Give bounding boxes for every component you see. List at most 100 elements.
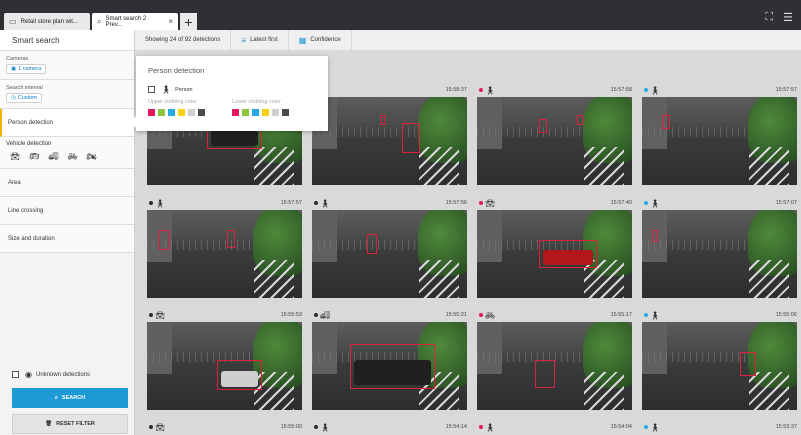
tile-timestamp: 15:57:07	[775, 200, 797, 206]
detection-tile[interactable]: 🚶︎ 15:57:58	[477, 83, 632, 185]
confidence-button[interactable]: ▦ Confidence	[289, 29, 352, 51]
color-swatch[interactable]	[282, 109, 289, 116]
close-icon[interactable]: ×	[168, 17, 173, 26]
detection-thumbnail[interactable]	[147, 210, 302, 298]
person-icon: 🚶︎	[320, 198, 331, 208]
detection-tile[interactable]: 🚶︎ 15:57:57	[642, 83, 797, 185]
unknown-checkbox[interactable]	[12, 371, 19, 378]
color-swatch[interactable]	[178, 109, 185, 116]
reset-filter-button[interactable]: 🗑︎ RESET FILTER	[12, 414, 128, 434]
bus-icon[interactable]: 🚌︎	[29, 152, 39, 161]
car-icon[interactable]: 🚘︎	[10, 152, 20, 161]
color-swatch[interactable]	[232, 109, 239, 116]
tile-timestamp: 15:57:58	[610, 87, 632, 93]
unknown-detections-toggle[interactable]: ◉ Unknown detections	[12, 370, 90, 379]
tile-header: 🚶︎ 15:54:04	[477, 420, 632, 434]
person-option[interactable]: 🚶︎ Person	[148, 85, 316, 94]
tile-timestamp: 15:57:56	[445, 200, 467, 206]
detection-tile[interactable]: 🚲︎ 15:55:17	[477, 308, 632, 410]
detection-tile[interactable]: 🚶︎ 15:54:14	[312, 420, 467, 434]
tile-timestamp: 15:55:17	[610, 312, 632, 318]
detection-thumbnail[interactable]	[147, 322, 302, 410]
detection-thumbnail[interactable]	[642, 97, 797, 185]
lower-color-swatches	[232, 109, 316, 116]
color-swatch[interactable]	[158, 109, 165, 116]
person-icon: 🚶︎	[650, 198, 661, 208]
person-icon: 🚶︎	[650, 422, 661, 432]
tile-header: 🚶︎ 15:55:06	[642, 308, 797, 322]
color-swatch[interactable]	[272, 109, 279, 116]
color-swatch[interactable]	[148, 109, 155, 116]
person-icon: 🚶︎	[161, 85, 172, 94]
interval-filter[interactable]: Search interval ◷ Custom	[0, 80, 134, 109]
color-swatch[interactable]	[262, 109, 269, 116]
bounding-box	[535, 360, 555, 388]
bounding-box	[217, 360, 262, 390]
detection-type-icons: 🚶︎	[479, 423, 495, 432]
sidebar-item-vehicle-detection[interactable]: Vehicle detection 🚘︎ 🚌︎ 🚚︎ 🚲︎ 🏍︎	[0, 137, 134, 169]
person-checkbox[interactable]	[148, 86, 155, 93]
detection-tile[interactable]: 🚚︎ 15:55:21	[312, 308, 467, 410]
detection-tile[interactable]: 🚶︎ 15:57:56	[312, 196, 467, 298]
detection-thumbnail[interactable]	[642, 210, 797, 298]
bike-icon: 🚲︎	[485, 310, 496, 320]
detection-thumbnail[interactable]	[312, 322, 467, 410]
bounding-box	[577, 115, 583, 125]
bounding-box	[367, 234, 377, 254]
color-swatch[interactable]	[198, 109, 205, 116]
tab-smart-search[interactable]: ⌕ Smart search 2 Prev... ×	[92, 13, 178, 30]
color-dot	[479, 88, 483, 92]
tab-retail-store[interactable]: ▭ Retail store plan wit...	[4, 13, 90, 30]
tab-label: Smart search 2 Prev...	[105, 15, 147, 28]
menu-icon[interactable]: ☰	[783, 11, 793, 24]
fullscreen-icon[interactable]: ⛶	[765, 11, 773, 24]
sort-latest-button[interactable]: ≡ Latest first	[231, 29, 289, 51]
detection-tile[interactable]: 🚶︎ 15:53:37	[642, 420, 797, 434]
sidebar-item-line-crossing[interactable]: Line crossing	[0, 197, 134, 225]
color-swatch[interactable]	[188, 109, 195, 116]
color-swatch[interactable]	[252, 109, 259, 116]
color-dot	[149, 313, 153, 317]
interval-label: Search interval	[6, 85, 43, 91]
detection-tile[interactable]: 🚘︎ 15:57:40	[477, 196, 632, 298]
detection-tile[interactable]: 🚶︎15:58:37	[312, 83, 467, 185]
detection-thumbnail[interactable]	[312, 97, 467, 185]
bicycle-icon[interactable]: 🚲︎	[67, 152, 77, 161]
detection-tile[interactable]: 🚶︎ 15:57:57	[147, 196, 302, 298]
truck-icon[interactable]: 🚚︎	[48, 152, 58, 161]
sidebar-item-area[interactable]: Area	[0, 169, 134, 197]
detection-tile[interactable]: 🚶︎ 15:54:04	[477, 420, 632, 434]
color-dot	[644, 88, 648, 92]
detection-tile[interactable]: 🚘︎ 15:55:53	[147, 308, 302, 410]
interval-chip[interactable]: ◷ Custom	[6, 93, 42, 103]
tile-header: 🚶︎ 15:54:14	[312, 420, 467, 434]
detection-thumbnail[interactable]	[642, 322, 797, 410]
cameras-chip[interactable]: ▣ 1 camera	[6, 64, 47, 74]
bounding-box	[539, 240, 597, 268]
motorcycle-icon[interactable]: 🏍︎	[87, 152, 97, 161]
sort-icon: ≡	[241, 35, 247, 45]
person-icon: 🚶︎	[650, 85, 661, 95]
search-button[interactable]: ⌕ SEARCH	[12, 388, 128, 408]
cameras-filter[interactable]: Cameras ▣ 1 camera	[0, 51, 134, 80]
tile-timestamp: 15:54:14	[445, 424, 467, 430]
detection-type-icons: 🚶︎	[644, 311, 660, 320]
bounding-box	[539, 119, 547, 133]
tile-header: 🚶︎15:58:37	[312, 83, 467, 97]
detection-thumbnail[interactable]	[477, 322, 632, 410]
color-swatch[interactable]	[242, 109, 249, 116]
detection-thumbnail[interactable]	[312, 210, 467, 298]
sidebar-item-size-duration[interactable]: Size and duration	[0, 225, 134, 253]
tile-timestamp: 15:57:40	[610, 200, 632, 206]
color-swatch[interactable]	[168, 109, 175, 116]
new-tab-button[interactable]: +	[180, 13, 197, 30]
color-dot	[314, 313, 318, 317]
detection-type-icons: 🚘︎	[149, 423, 165, 432]
detection-thumbnail[interactable]	[477, 210, 632, 298]
sidebar-item-person-detection[interactable]: Person detection	[0, 109, 134, 137]
detection-tile[interactable]: 🚶︎ 15:57:07	[642, 196, 797, 298]
color-dot	[314, 425, 318, 429]
detection-thumbnail[interactable]	[477, 97, 632, 185]
detection-tile[interactable]: 🚶︎ 15:55:06	[642, 308, 797, 410]
detection-tile[interactable]: 🚘︎ 15:55:00	[147, 420, 302, 434]
